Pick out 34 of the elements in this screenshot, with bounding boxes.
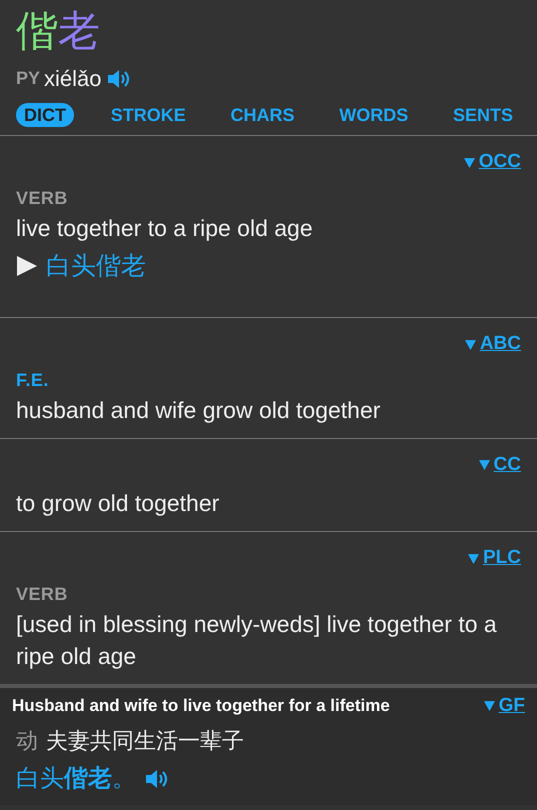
usage-label: F.E.	[16, 368, 50, 392]
source-link[interactable]: PLC	[483, 544, 521, 572]
definition: husband and wife grow old together	[16, 396, 382, 425]
caret-icon	[464, 338, 476, 350]
definition: [used in blessing newly-weds] live together to a ripe old age	[16, 610, 498, 671]
example-phrase[interactable]: 白头偕老	[46, 248, 146, 285]
source-link[interactable]: CC	[494, 450, 521, 479]
pinyin: xiélǎo	[44, 65, 102, 93]
definition: 夫妻共同生活一辈子	[46, 727, 244, 755]
caret-icon	[464, 156, 475, 168]
headword-character: 偕	[16, 6, 58, 56]
example-sentence: 白头偕老。	[16, 764, 136, 794]
play-icon[interactable]	[16, 255, 38, 278]
headword-character: 老	[58, 6, 100, 56]
speaker-icon[interactable]	[144, 768, 168, 790]
part-of-speech: 动	[16, 727, 38, 755]
caret-icon	[484, 700, 495, 712]
caret-icon	[468, 552, 479, 564]
source-link[interactable]: GF	[498, 692, 525, 720]
english-gloss: Husband and wife to live together for a lifetime	[12, 695, 390, 717]
tab[interactable]: DICT	[16, 103, 74, 127]
source-link[interactable]: ABC	[480, 330, 521, 358]
part-of-speech: VERB	[16, 186, 69, 210]
source-link[interactable]: OCC	[478, 148, 521, 176]
tab[interactable]: STROKE	[102, 103, 194, 127]
definition: live together to a ripe old age	[16, 214, 314, 243]
caret-icon	[478, 459, 490, 470]
tab[interactable]: CHARS	[222, 103, 302, 127]
tab[interactable]: SENTS	[444, 103, 521, 127]
pinyin-label: PY	[16, 67, 40, 90]
tab[interactable]: WORDS	[331, 103, 416, 127]
speaker-icon[interactable]	[106, 68, 130, 90]
definition: to grow old together	[16, 489, 220, 518]
part-of-speech: VERB	[16, 582, 69, 606]
